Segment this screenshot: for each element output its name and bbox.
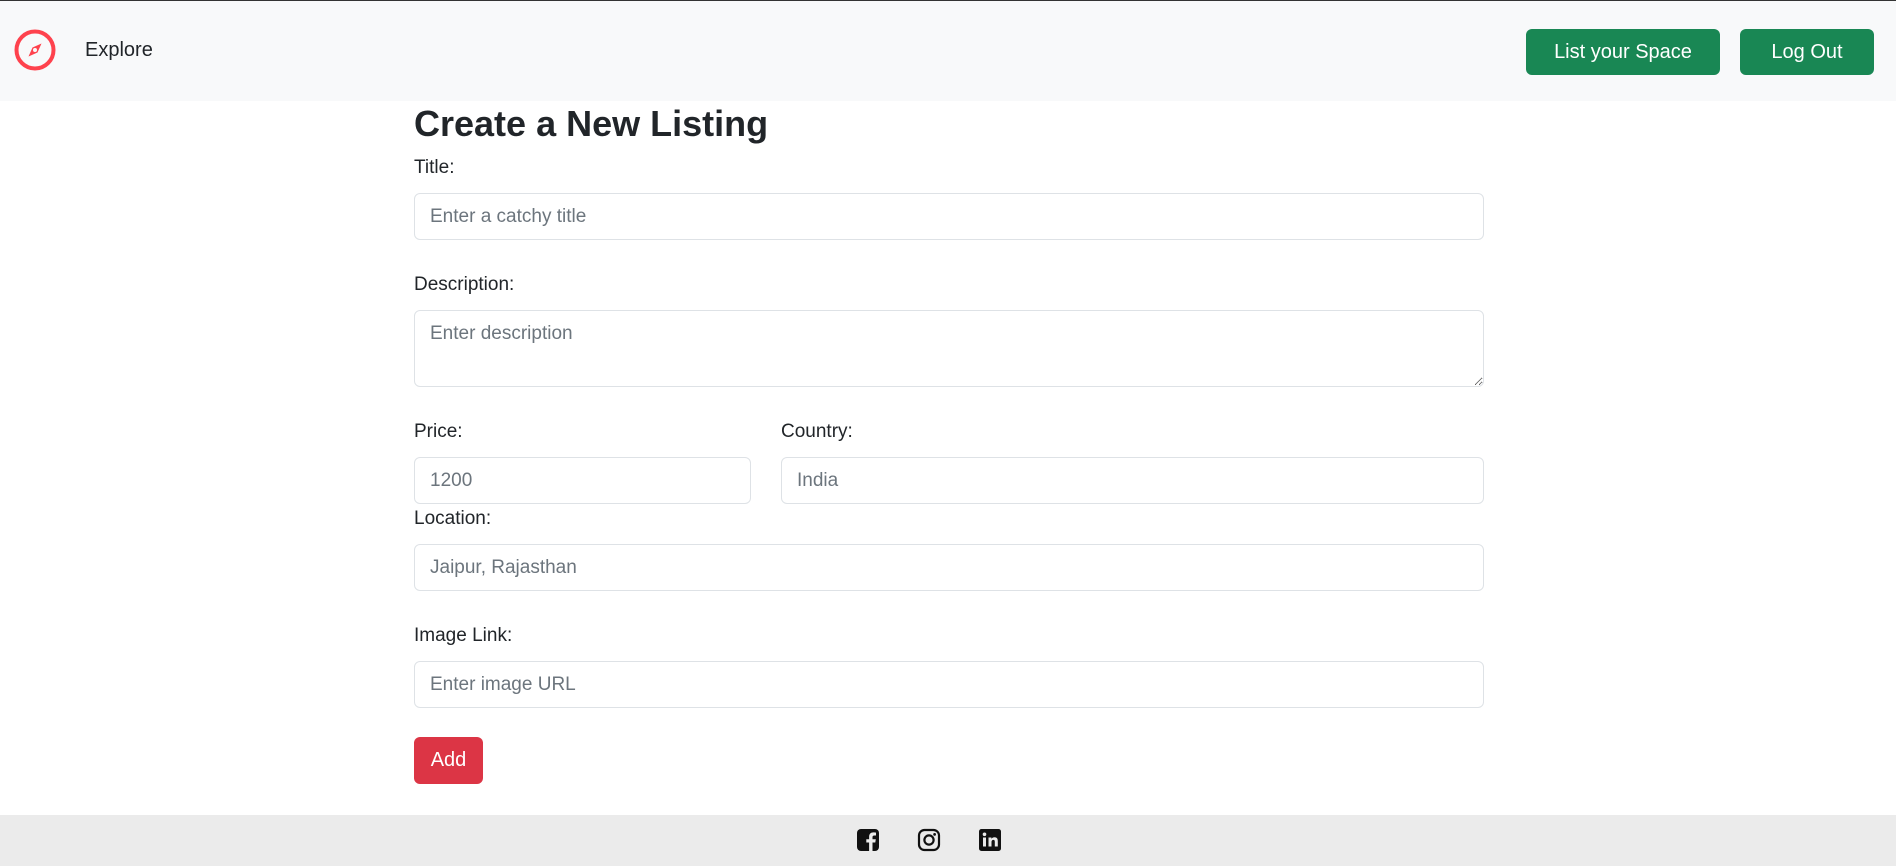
page-title: Create a New Listing (414, 103, 769, 144)
footer (0, 815, 1896, 866)
title-input[interactable] (414, 193, 1484, 240)
log-out-button[interactable]: Log Out (1740, 29, 1874, 75)
description-label: Description: (414, 274, 515, 295)
linkedin-icon[interactable] (978, 828, 1002, 852)
instagram-icon[interactable] (917, 828, 941, 852)
price-label: Price: (414, 421, 463, 442)
image-link-label: Image Link: (414, 625, 513, 646)
facebook-icon[interactable] (856, 828, 880, 852)
image-link-input[interactable] (414, 661, 1484, 708)
title-label: Title: (414, 157, 455, 178)
location-input[interactable] (414, 544, 1484, 591)
compass-icon[interactable] (14, 29, 56, 71)
country-input[interactable] (781, 457, 1484, 504)
description-textarea[interactable] (414, 310, 1484, 387)
nav-explore-link[interactable]: Explore (85, 39, 153, 62)
location-label: Location: (414, 508, 492, 529)
country-label: Country: (781, 421, 853, 442)
price-input[interactable] (414, 457, 751, 504)
navbar: Explore List your Space Log Out (0, 0, 1896, 101)
list-your-space-button[interactable]: List your Space (1526, 29, 1720, 75)
add-button[interactable]: Add (414, 737, 483, 784)
